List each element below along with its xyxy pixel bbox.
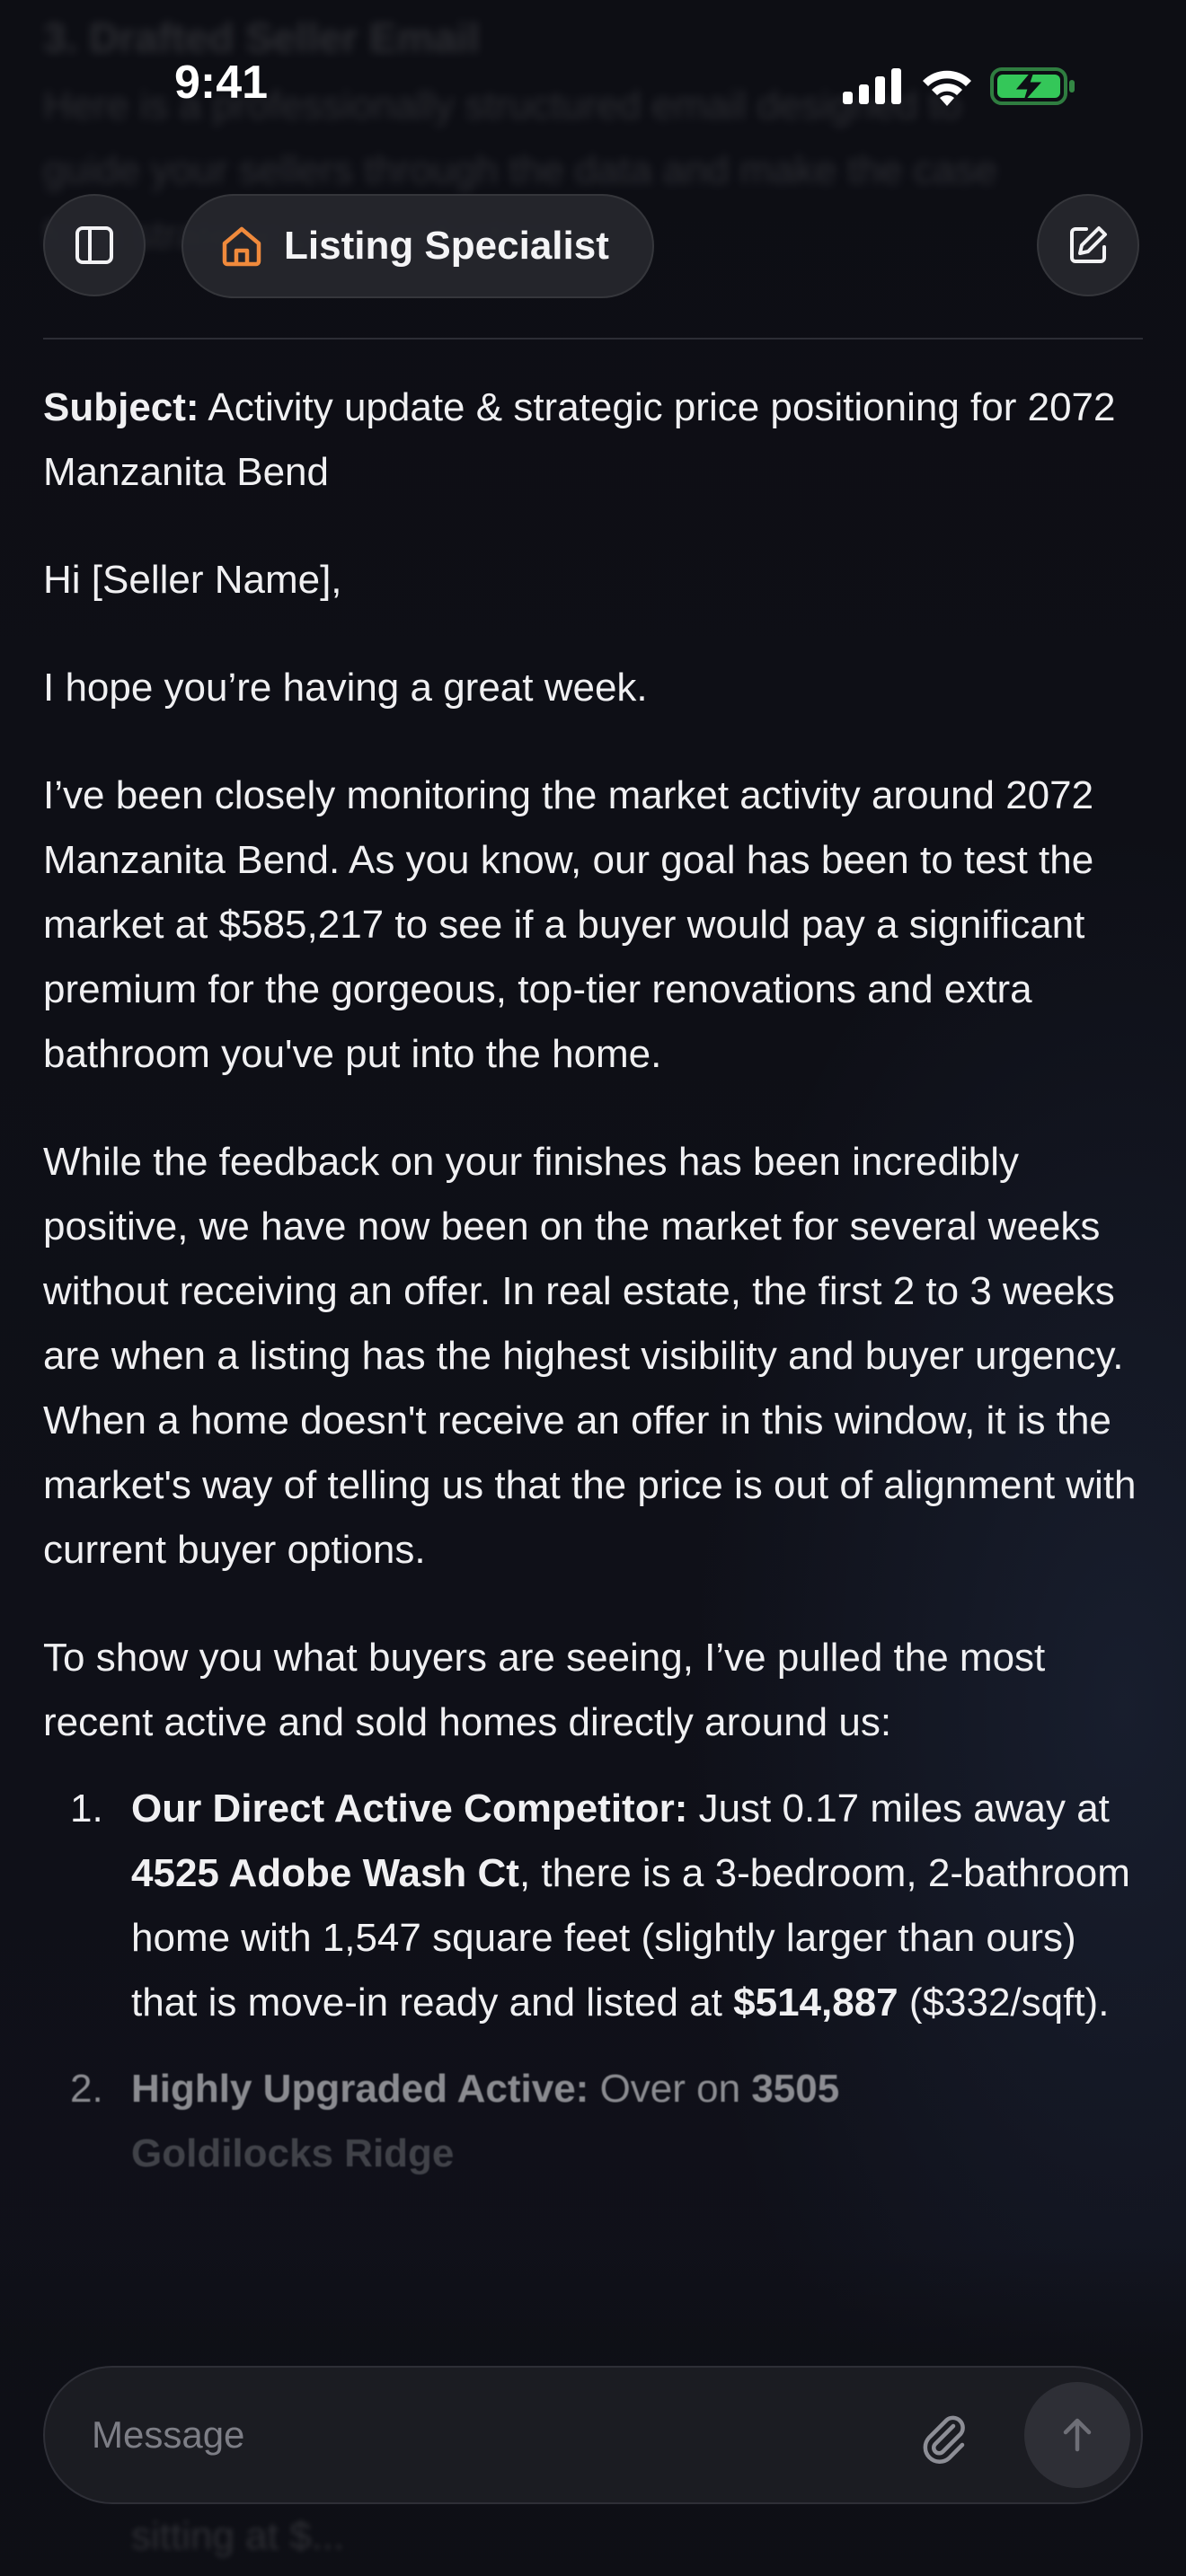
email-subject: Subject: Activity update & strategic pri… bbox=[43, 385, 1116, 494]
list-item: 1. Our Direct Active Competitor: Just 0.… bbox=[70, 1786, 1130, 2025]
battery-charging-icon bbox=[990, 67, 1075, 105]
sidebar-toggle-button[interactable] bbox=[43, 194, 146, 296]
status-icons bbox=[843, 66, 1076, 106]
email-paragraph: I hope you’re having a great week. bbox=[43, 666, 648, 710]
scrolled-next-content: sitting at $... bbox=[131, 2514, 345, 2558]
home-icon bbox=[222, 226, 261, 267]
wifi-icon bbox=[923, 70, 971, 106]
email-paragraph: To show you what buyers are seeing, I’ve… bbox=[43, 1636, 1046, 1744]
new-chat-button[interactable] bbox=[1037, 194, 1139, 296]
list-item: 2. Highly Upgraded Active: Over on 3505 … bbox=[70, 2067, 840, 2175]
assistant-message: Subject: Activity update & strategic pri… bbox=[43, 375, 1150, 2208]
cellular-signal-icon bbox=[843, 68, 901, 104]
email-greeting: Hi [Seller Name], bbox=[43, 558, 342, 602]
comparables-list: 1. Our Direct Active Competitor: Just 0.… bbox=[43, 1777, 1150, 2186]
message-input[interactable] bbox=[92, 2402, 900, 2468]
arrow-up-icon bbox=[1063, 2418, 1092, 2452]
attach-button[interactable] bbox=[913, 2405, 976, 2468]
message-composer bbox=[43, 2366, 1143, 2504]
email-paragraph: I’ve been closely monitoring the market … bbox=[43, 773, 1094, 1076]
assistant-title: Listing Specialist bbox=[284, 224, 609, 268]
header-divider bbox=[43, 338, 1143, 340]
assistant-title-pill[interactable]: Listing Specialist bbox=[181, 194, 654, 298]
email-paragraph: While the feedback on your finishes has … bbox=[43, 1140, 1137, 1572]
compose-icon bbox=[1070, 226, 1107, 263]
sidebar-icon bbox=[75, 226, 113, 264]
paperclip-icon bbox=[923, 2415, 965, 2464]
status-bar: 9:41 bbox=[0, 0, 1186, 171]
send-button[interactable] bbox=[1024, 2382, 1130, 2488]
status-time: 9:41 bbox=[174, 57, 269, 109]
top-navigation: Listing Specialist bbox=[0, 194, 1186, 302]
